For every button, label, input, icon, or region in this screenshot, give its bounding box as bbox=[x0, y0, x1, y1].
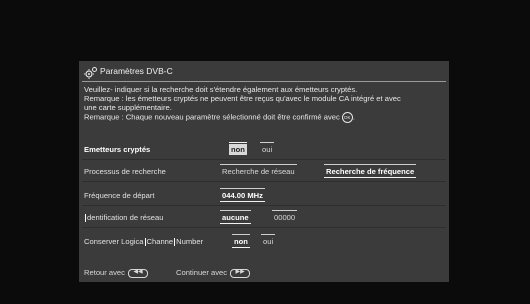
info-line: une carte supplémentaire. bbox=[84, 103, 172, 112]
ok-button-icon: OK bbox=[341, 112, 353, 123]
info-line: Remarque : Chaque nouveau paramètre séle… bbox=[84, 112, 355, 123]
row-divider bbox=[82, 227, 446, 228]
back-hint-label: Retour avec bbox=[84, 268, 125, 277]
text-cursor bbox=[174, 238, 176, 246]
continue-hint-label: Continuer avec bbox=[176, 268, 228, 277]
search-option-network[interactable]: Recherche de réseau bbox=[220, 164, 297, 177]
network-id-option-none[interactable]: aucune bbox=[220, 210, 251, 224]
keep-lcn-label-b: Channe bbox=[146, 237, 174, 246]
text-cursor bbox=[144, 238, 146, 246]
start-frequency-label: Fréquence de départ bbox=[84, 191, 155, 200]
encrypted-option-non[interactable]: non bbox=[229, 142, 247, 155]
fast-forward-key-icon: ▶▶ bbox=[230, 268, 251, 278]
lcn-option-oui[interactable]: oui bbox=[261, 234, 276, 247]
row-network-id: dentification de réseau aucune 00000 bbox=[79, 208, 449, 228]
encrypted-channels-label: Emetteurs cryptés bbox=[84, 145, 151, 154]
continue-hint[interactable]: Continuer avec ▶▶ bbox=[176, 268, 251, 278]
dialog-titlebar: Paramètres DVB-C bbox=[79, 61, 449, 82]
row-search-process: Processus de recherche Recherche de rése… bbox=[79, 162, 449, 182]
start-frequency-input[interactable]: 044.00 MHz bbox=[220, 188, 265, 202]
keep-lcn-label-c: Number bbox=[176, 237, 204, 246]
keep-lcn-label: Conserver Logica Channe Number bbox=[84, 237, 203, 246]
row-start-frequency: Fréquence de départ 044.00 MHz bbox=[79, 186, 449, 206]
info-line: Remarque : les émetteurs cryptés ne peuv… bbox=[84, 94, 401, 103]
info-text: Veuillez- indiquer si la recherche doit … bbox=[84, 85, 446, 123]
row-encrypted-channels: Emetteurs cryptés non oui bbox=[79, 140, 449, 160]
lcn-option-non[interactable]: non bbox=[232, 234, 250, 248]
keep-lcn-label-a: Conserver Logica bbox=[84, 237, 144, 246]
search-option-frequency[interactable]: Recherche de fréquence bbox=[324, 164, 417, 178]
dialog-title: Paramètres DVB-C bbox=[100, 66, 173, 76]
back-hint[interactable]: Retour avec ◀◀ bbox=[84, 268, 148, 278]
title-divider bbox=[82, 81, 446, 82]
text-cursor bbox=[85, 214, 86, 222]
row-divider bbox=[82, 205, 446, 206]
network-id-label: dentification de réseau bbox=[84, 213, 163, 222]
rewind-key-icon: ◀◀ bbox=[127, 268, 148, 278]
gear-icon bbox=[84, 67, 97, 79]
dvbc-settings-dialog: Paramètres DVB-C Veuillez- indiquer si l… bbox=[79, 61, 449, 282]
info-line-text: Remarque : Chaque nouveau paramètre séle… bbox=[84, 112, 340, 122]
network-id-option-value[interactable]: 00000 bbox=[272, 210, 298, 223]
search-process-label: Processus de recherche bbox=[84, 167, 166, 176]
dialog-footer: Retour avec ◀◀ Continuer avec ▶▶ bbox=[79, 264, 449, 282]
row-keep-lcn: Conserver Logica Channe Number non oui bbox=[79, 232, 449, 252]
encrypted-option-oui[interactable]: oui bbox=[260, 142, 275, 155]
network-id-label-text: dentification de réseau bbox=[87, 213, 164, 222]
row-divider bbox=[82, 181, 446, 182]
row-divider bbox=[82, 159, 446, 160]
info-line: Veuillez- indiquer si la recherche doit … bbox=[84, 85, 358, 94]
